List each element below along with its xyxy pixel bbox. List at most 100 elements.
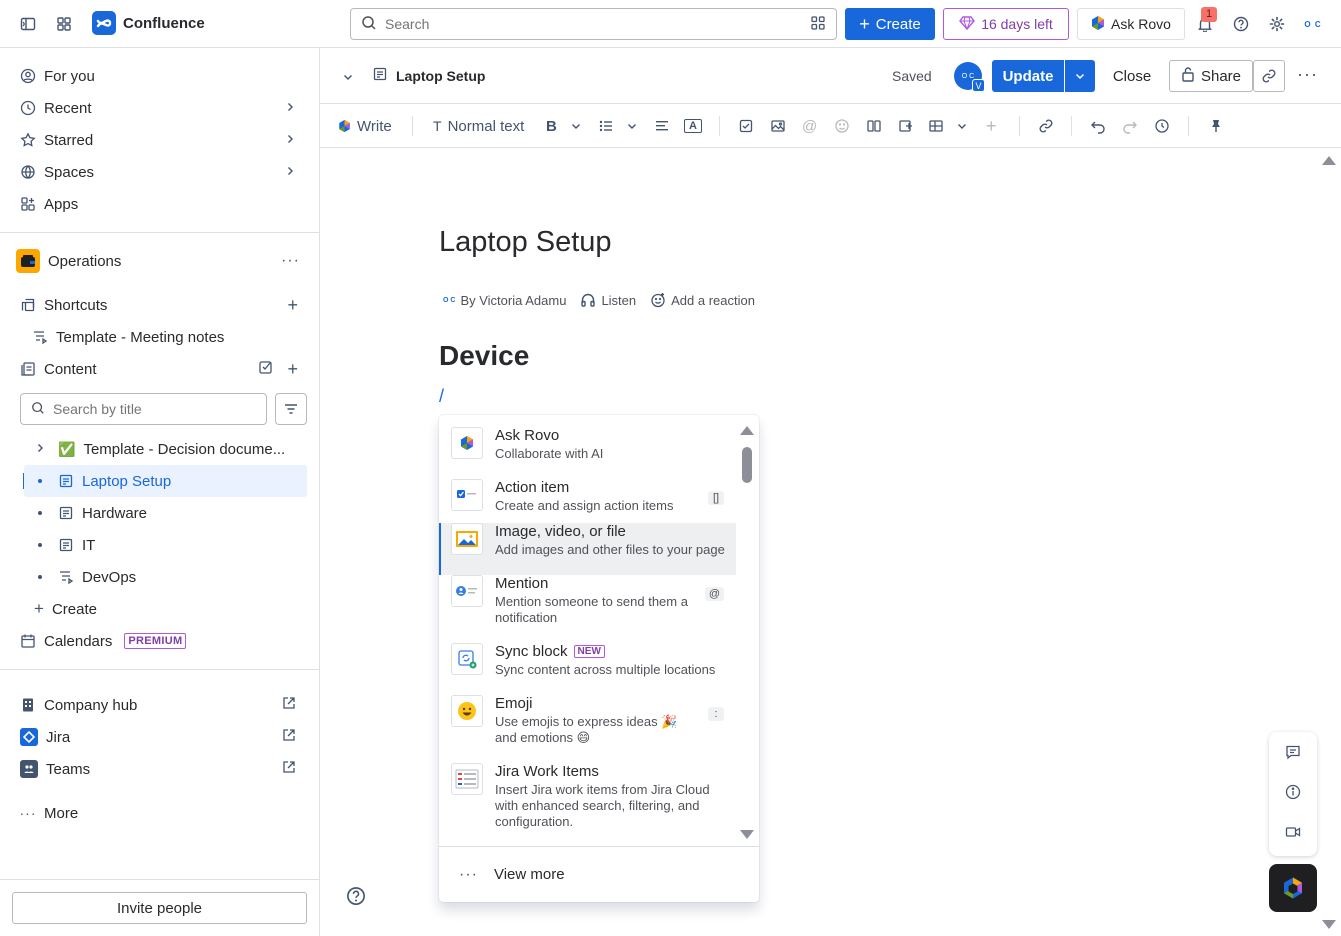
video-icon[interactable] xyxy=(1281,820,1305,844)
mention-icon[interactable]: @ xyxy=(802,114,817,138)
write-button[interactable]: Write xyxy=(338,114,392,138)
chevron-down-icon[interactable] xyxy=(342,70,354,86)
more-actions-icon[interactable]: ··· xyxy=(1297,64,1318,85)
global-search[interactable] xyxy=(350,8,837,40)
external-link-icon xyxy=(282,696,296,714)
content-search-input[interactable] xyxy=(53,401,266,417)
space-header-operations[interactable]: Operations ··· xyxy=(12,245,308,277)
share-button[interactable]: Share xyxy=(1169,60,1253,92)
sidebar-item-calendars[interactable]: Calendars PREMIUM xyxy=(12,625,308,657)
chevron-right-icon[interactable] xyxy=(34,441,46,458)
pin-icon[interactable] xyxy=(1208,114,1224,138)
sidebar-item-for-you[interactable]: For you xyxy=(12,60,308,92)
info-icon[interactable] xyxy=(1281,780,1305,804)
menu-scrollbar-thumb[interactable] xyxy=(742,447,752,483)
insert-plus-icon[interactable]: + xyxy=(986,114,997,138)
avatar-initials: O C xyxy=(961,72,975,80)
comments-icon[interactable] xyxy=(1281,740,1305,764)
add-shortcut-icon[interactable]: + xyxy=(287,295,298,316)
tree-item-hardware[interactable]: Hardware xyxy=(24,497,307,529)
update-button[interactable]: Update xyxy=(992,60,1064,92)
sidebar-item-shortcuts[interactable]: Shortcuts + xyxy=(12,289,308,321)
image-icon[interactable] xyxy=(770,114,786,138)
table-icon[interactable] xyxy=(928,114,944,138)
rovo-chat-button[interactable] xyxy=(1269,864,1317,912)
settings-icon[interactable] xyxy=(1263,10,1291,38)
tree-item-laptop-setup[interactable]: Laptop Setup xyxy=(24,465,307,497)
menu-item-jira-work-items[interactable]: Jira Work Items Insert Jira work items f… xyxy=(439,763,736,843)
page-breadcrumb-title[interactable]: Laptop Setup xyxy=(372,66,485,85)
link-icon[interactable] xyxy=(1038,114,1054,138)
confluence-logo[interactable]: Confluence xyxy=(92,11,205,35)
history-icon[interactable] xyxy=(1154,114,1170,138)
document-title[interactable]: Laptop Setup xyxy=(439,226,612,259)
bullet-list-icon[interactable] xyxy=(598,114,614,138)
redo-icon[interactable] xyxy=(1122,114,1138,138)
bold-button[interactable]: B xyxy=(546,114,557,138)
menu-item-title: Image, video, or file xyxy=(495,523,626,540)
create-button[interactable]: + Create xyxy=(845,8,935,40)
sidebar-toggle-icon[interactable] xyxy=(14,10,42,38)
sidebar-item-apps[interactable]: Apps xyxy=(12,188,308,220)
menu-scroll-up-arrow[interactable] xyxy=(740,426,754,435)
view-more-button[interactable]: ··· View more xyxy=(439,846,759,902)
content-search[interactable] xyxy=(20,393,267,425)
chevron-down-icon[interactable] xyxy=(956,114,968,138)
menu-item-image-video-file[interactable]: Image, video, or file Add images and oth… xyxy=(439,523,736,575)
sidebar-item-company-hub[interactable]: Company hub xyxy=(12,689,308,721)
app-switcher-icon[interactable] xyxy=(50,10,78,38)
add-reaction-button[interactable]: Add a reaction xyxy=(650,292,755,308)
listen-button[interactable]: Listen xyxy=(580,292,636,308)
emoji-icon[interactable] xyxy=(834,114,850,138)
sidebar-item-content[interactable]: Content + xyxy=(12,353,308,385)
sidebar-item-more[interactable]: ··· More xyxy=(12,797,308,829)
menu-item-ask-rovo[interactable]: Ask Rovo Collaborate with AI xyxy=(439,427,736,479)
tree-item-decision-template[interactable]: ✅ Template - Decision docume... xyxy=(24,433,307,465)
chevron-down-icon[interactable] xyxy=(570,114,582,138)
more-actions-icon[interactable]: ··· xyxy=(281,252,300,270)
update-options-button[interactable] xyxy=(1065,60,1095,92)
sidebar-item-teams[interactable]: Teams xyxy=(12,753,308,785)
slash-command-text[interactable]: / xyxy=(439,386,444,407)
text-color-icon[interactable]: A xyxy=(684,114,702,138)
add-content-icon[interactable]: + xyxy=(287,359,298,380)
trial-button[interactable]: 16 days left xyxy=(943,8,1069,40)
sidebar-item-spaces[interactable]: Spaces xyxy=(12,156,308,188)
layout-icon[interactable] xyxy=(866,114,882,138)
menu-item-emoji[interactable]: Emoji Use emojis to express ideas 🎉 and … xyxy=(439,695,736,763)
sidebar-item-jira[interactable]: Jira xyxy=(12,721,308,753)
scroll-up-arrow[interactable] xyxy=(1322,156,1336,165)
menu-item-sync-block[interactable]: Sync block NEW Sync content across multi… xyxy=(439,643,736,695)
filter-button[interactable] xyxy=(275,393,307,425)
sidebar-item-starred[interactable]: Starred xyxy=(12,124,308,156)
user-avatar[interactable]: O C xyxy=(1300,12,1326,36)
shortcut-item-meeting-notes[interactable]: Template - Meeting notes xyxy=(24,321,307,353)
text-style-dropdown[interactable]: T Normal text xyxy=(433,114,524,138)
tree-item-devops[interactable]: DevOps xyxy=(24,561,307,593)
tree-item-it[interactable]: IT xyxy=(24,529,307,561)
close-button[interactable]: Close xyxy=(1106,60,1158,92)
search-input[interactable] xyxy=(385,16,802,32)
sidebar-item-recent[interactable]: Recent xyxy=(12,92,308,124)
sidebar-item-label: Apps xyxy=(44,195,79,213)
menu-item-mention[interactable]: Mention Mention someone to send them a n… xyxy=(439,575,736,643)
copy-link-button[interactable] xyxy=(1253,60,1285,92)
scroll-down-arrow[interactable] xyxy=(1322,920,1336,929)
align-icon[interactable] xyxy=(654,114,670,138)
help-icon[interactable] xyxy=(1227,10,1255,38)
document-heading[interactable]: Device xyxy=(439,340,529,372)
menu-scroll-down-arrow[interactable] xyxy=(740,830,754,839)
menu-item-title: Mention xyxy=(495,575,549,592)
invite-people-button[interactable]: Invite people xyxy=(12,892,307,924)
create-content-button[interactable]: + Create xyxy=(24,593,307,625)
action-item-icon[interactable] xyxy=(738,114,754,138)
edit-content-icon[interactable] xyxy=(258,359,274,379)
ask-rovo-button[interactable]: Ask Rovo xyxy=(1077,8,1185,40)
search-filter-icon[interactable] xyxy=(810,15,826,34)
plus-icon: + xyxy=(34,599,44,618)
undo-icon[interactable] xyxy=(1090,114,1106,138)
help-icon[interactable] xyxy=(346,886,366,906)
date-icon[interactable] xyxy=(898,114,914,138)
chevron-down-icon[interactable] xyxy=(626,114,638,138)
author[interactable]: O C By Victoria Adamu xyxy=(443,293,566,308)
